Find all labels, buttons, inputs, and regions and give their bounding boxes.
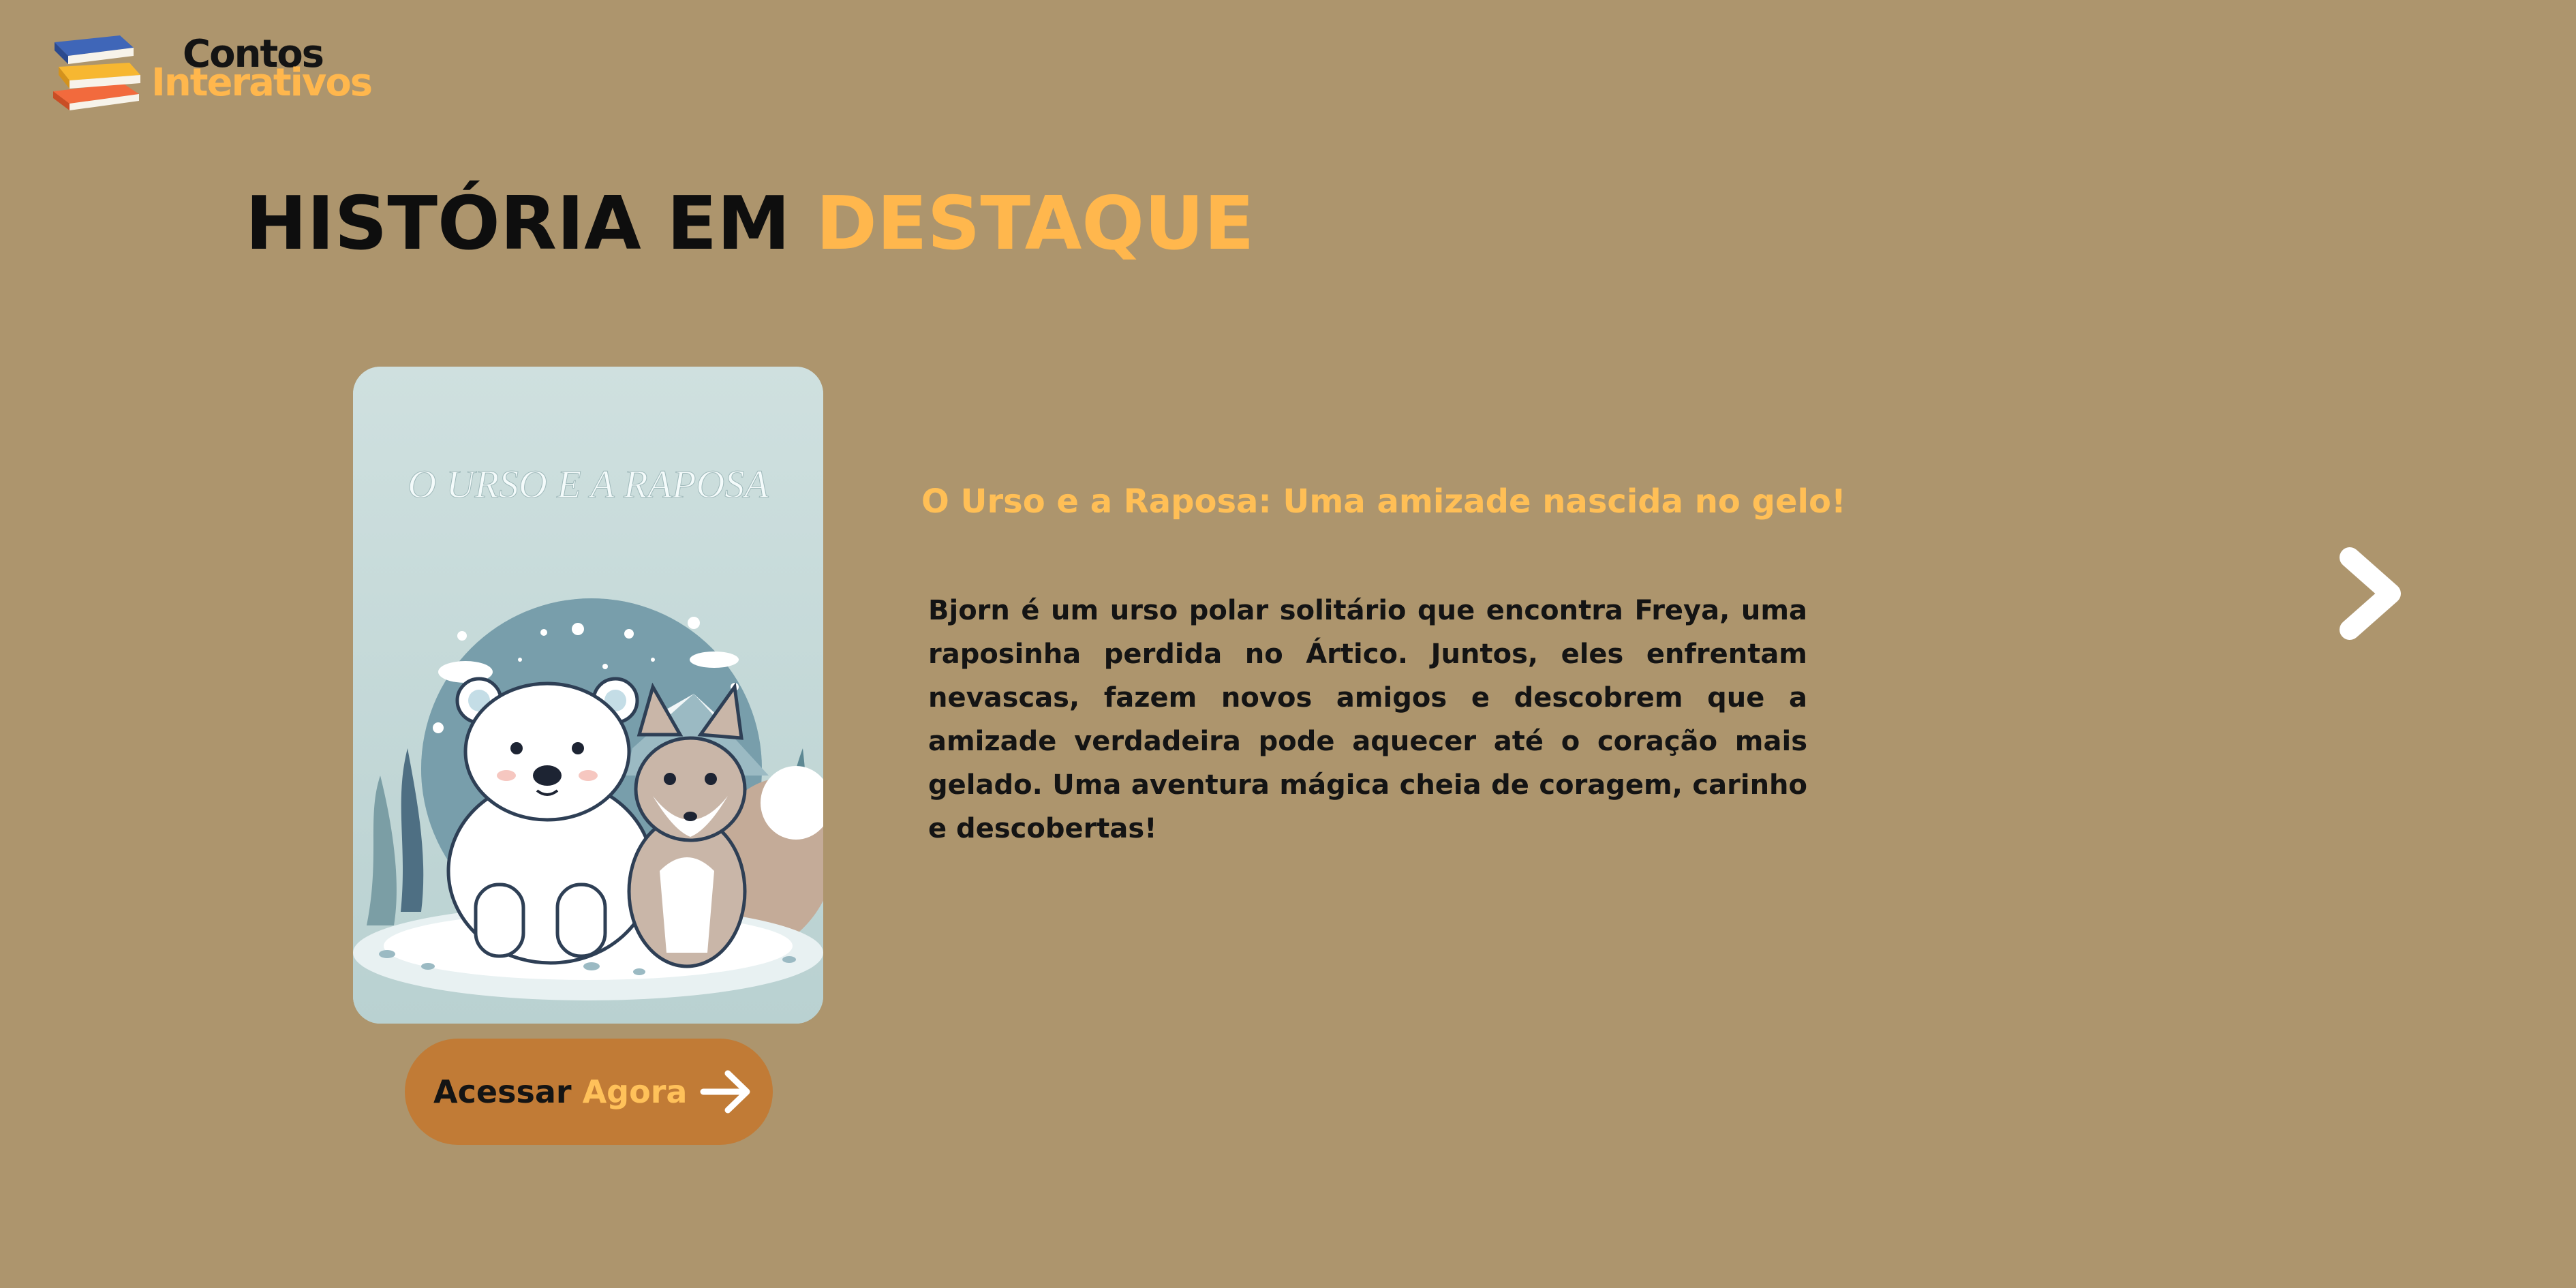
- cta-label-accent: Agora: [582, 1073, 688, 1110]
- chevron-right-icon: [2340, 547, 2401, 640]
- book-cover[interactable]: O URSO E A RAPOSA: [353, 367, 823, 1024]
- site-logo[interactable]: Contos Interativos: [49, 33, 373, 114]
- story-title: O Urso e a Raposa: Uma amizade nascida n…: [921, 482, 1846, 521]
- cover-title: O URSO E A RAPOSA: [408, 462, 769, 506]
- cta-label-main: Acessar: [433, 1073, 583, 1110]
- arrow-right-icon: [700, 1070, 750, 1114]
- heading-main: HISTÓRIA EM: [245, 181, 816, 266]
- access-now-label: Acessar Agora: [433, 1073, 687, 1110]
- books-stack-icon: [53, 35, 140, 110]
- heading-accent: DESTAQUE: [816, 181, 1255, 266]
- section-heading: HISTÓRIA EM DESTAQUE: [245, 181, 1255, 266]
- carousel-next-button[interactable]: [2331, 542, 2412, 645]
- story-description: Bjorn é um urso polar solitário que enco…: [928, 595, 1807, 844]
- access-now-button[interactable]: Acessar Agora: [405, 1039, 773, 1145]
- polar-bear-and-fox-illustration: O URSO E A RAPOSA: [353, 367, 823, 1024]
- logo-text-line2: Interativos: [151, 61, 373, 105]
